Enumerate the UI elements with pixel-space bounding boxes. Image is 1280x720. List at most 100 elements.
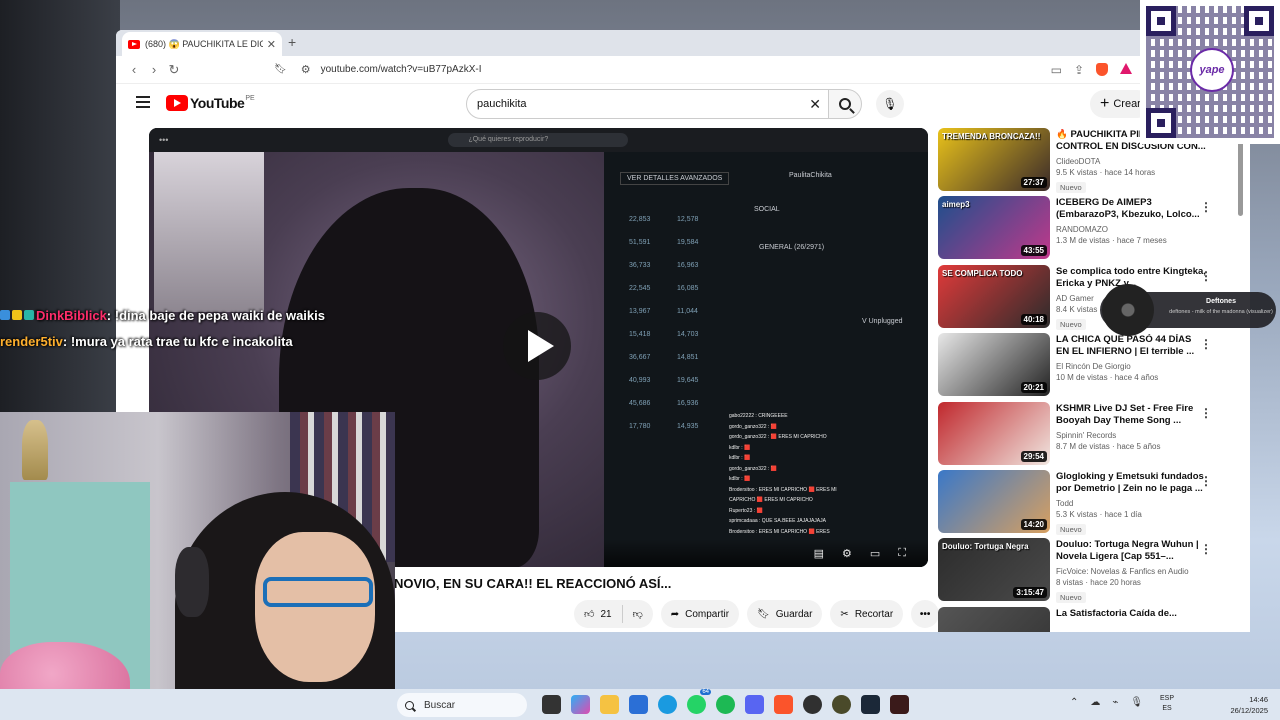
dislike-icon[interactable]: 👎︎ — [633, 608, 643, 620]
clock[interactable]: 14:46 26/12/2025 — [1222, 694, 1268, 716]
voice-search-icon[interactable]: 🎙︎ — [876, 90, 904, 118]
video-scene-chat-line: gordo_ganzo322 : 🟥 — [729, 423, 777, 430]
onedrive-icon[interactable]: ☁︎ — [1090, 697, 1100, 708]
like-count[interactable]: 21 — [600, 609, 611, 620]
video-scene-stats-a: 22,853 51,591 36,733 22,545 13,967 15,418 36,6… — [629, 208, 650, 438]
menu-icon[interactable] — [136, 96, 150, 108]
video-thumbnail[interactable]: TREMENDA BRONCAZA!! 27:37 — [938, 128, 1050, 191]
back-icon[interactable]: ‹ — [124, 62, 144, 77]
video-scene-stat: 17,780 — [629, 423, 651, 430]
close-tab-icon[interactable]: ✕ — [267, 38, 276, 51]
video-scene-stat: 40,993 — [629, 377, 651, 384]
more-options-icon[interactable]: ⋮ — [1200, 337, 1212, 351]
play-button[interactable] — [503, 312, 571, 380]
discord-icon[interactable] — [745, 695, 764, 714]
video-thumbnail[interactable]: 29:54 — [938, 401, 1050, 465]
more-options-icon[interactable]: ⋮ — [1200, 542, 1212, 556]
language-bottom: ES — [1162, 705, 1172, 712]
clip-button[interactable]: ✂ Recortar — [830, 600, 904, 628]
clock-time: 14:46 — [1249, 695, 1268, 704]
related-video[interactable]: 14:20 Glogloking y Emetsuki fundados por … — [938, 469, 1238, 538]
reload-icon[interactable]: ↻ — [164, 62, 184, 78]
related-video[interactable]: La Satisfactoria Caída de... — [938, 606, 1238, 632]
scrollbar-thumb[interactable] — [1238, 140, 1243, 216]
obs-icon[interactable] — [803, 695, 822, 714]
related-video-channel[interactable]: FicVoice: Novelas & Fanfics en Audio — [1056, 567, 1206, 576]
clear-search-icon[interactable]: ✕ — [809, 96, 821, 113]
tab-strip: (680) 😱 PAUCHIKITA LE DICE KA... ✕ + — [116, 30, 1250, 56]
related-video-channel[interactable]: El Rincón De Giorgio — [1056, 362, 1206, 371]
youtube-logo[interactable]: YouTube PE — [166, 95, 255, 111]
search-input[interactable]: pauchikita ✕ — [466, 89, 832, 119]
related-video-info: La Satisfactoria Caída de... — [1056, 608, 1206, 620]
spotify-icon[interactable] — [716, 695, 735, 714]
video-thumbnail[interactable]: Douluo: Tortuga Negra 3:15:47 — [938, 538, 1050, 602]
more-options-icon[interactable]: ⋮ — [1200, 200, 1212, 214]
video-thumbnail[interactable]: SE COMPLICA TODO 40:18 — [938, 264, 1050, 328]
related-video-title[interactable]: KSHMR Live DJ Set - Free Fire Booyah Day… — [1056, 403, 1206, 427]
new-tab-icon[interactable]: + — [288, 34, 296, 50]
video-thumbnail[interactable]: 20:21 — [938, 333, 1050, 397]
stream-chat-overlay: DinkBiblick : !dina baje de pepa waiki d… — [0, 302, 325, 354]
cast-icon[interactable]: ▭ — [1051, 63, 1062, 77]
related-video-title[interactable]: LA CHICA QUE PASÓ 44 DÍAS EN EL INFIERNO… — [1056, 334, 1206, 358]
video-thumbnail[interactable]: 14:20 — [938, 469, 1050, 533]
copilot-icon[interactable] — [571, 695, 590, 714]
app-icon[interactable] — [890, 695, 909, 714]
edge-icon[interactable] — [658, 695, 677, 714]
share-button[interactable]: ➦ Compartir — [660, 600, 740, 628]
related-video-title[interactable]: La Satisfactoria Caída de... — [1056, 608, 1206, 620]
search-button[interactable] — [828, 89, 862, 119]
related-video[interactable]: aimep3 43:55 ICEBERG De AIMEP3 (EmbarazoP3… — [938, 196, 1238, 264]
chevron-up-icon[interactable]: ⌃ — [1070, 697, 1078, 708]
save-label: Guardar — [775, 608, 813, 620]
related-video-meta: 8.7 M de vistas · hace 5 años — [1056, 441, 1161, 451]
related-video-channel[interactable]: ClideoDOTA — [1056, 157, 1206, 166]
steam-icon[interactable] — [861, 695, 880, 714]
related-video-title[interactable]: Glogloking y Emetsuki fundados por Demet… — [1056, 471, 1206, 495]
related-video-title[interactable]: Douluo: Tortuga Negra Wuhun | Novela Lig… — [1056, 539, 1206, 563]
site-info-icon[interactable]: ⚙︎ — [301, 63, 311, 76]
file-explorer-icon[interactable] — [600, 695, 619, 714]
xbox-icon[interactable] — [832, 695, 851, 714]
video-scene-stat: 51,591 — [629, 239, 651, 246]
new-badge: Nuevo — [1056, 523, 1086, 535]
task-view-icon[interactable] — [542, 695, 561, 714]
video-thumbnail[interactable]: aimep3 43:55 — [938, 196, 1050, 260]
brave-shields-icon[interactable] — [1096, 62, 1108, 76]
more-options-icon[interactable]: ⋮ — [1200, 406, 1212, 420]
more-options-icon[interactable]: ⋮ — [1200, 269, 1212, 283]
more-options-icon[interactable]: ⋮ — [1200, 474, 1212, 488]
video-scene-stat: 11,044 — [677, 308, 698, 315]
whatsapp-icon[interactable]: 64 — [687, 689, 711, 714]
like-icon[interactable]: 👍︎ — [584, 608, 594, 620]
share-arrow-icon: ➦ — [670, 608, 680, 620]
video-scene-topbar: ••• ¿Qué quieres reproducir? — [149, 128, 928, 152]
related-video-title[interactable]: ICEBERG De AIMEP3 (EmbarazoP3, Kbezuko, … — [1056, 197, 1206, 221]
taskbar-search[interactable]: Buscar — [397, 693, 527, 717]
more-actions-icon[interactable]: ••• — [911, 600, 940, 628]
fullscreen-icon[interactable]: ⛶ — [898, 547, 906, 560]
browser-tab[interactable]: (680) 😱 PAUCHIKITA LE DICE KA... ✕ — [122, 32, 282, 56]
settings-gear-icon[interactable]: ⚙︎ — [842, 547, 852, 560]
related-video[interactable]: 29:54 KSHMR Live DJ Set - Free Fire Booya… — [938, 401, 1238, 470]
related-video[interactable]: 20:21 LA CHICA QUE PASÓ 44 DÍAS EN EL INF… — [938, 333, 1238, 401]
network-icon[interactable]: ⌁ — [1112, 697, 1118, 708]
store-icon[interactable] — [629, 695, 648, 714]
brave-rewards-icon[interactable] — [1120, 62, 1132, 74]
save-button[interactable]: 🔖︎ Guardar — [747, 600, 823, 628]
theater-mode-icon[interactable]: ▭ — [870, 547, 880, 560]
related-video-channel[interactable]: Todd — [1056, 499, 1206, 508]
related-video-channel[interactable]: RANDOMAZO — [1056, 225, 1206, 234]
forward-icon[interactable]: › — [144, 62, 164, 77]
subtitles-icon[interactable]: ▤ — [814, 547, 824, 560]
related-video[interactable]: Douluo: Tortuga Negra 3:15:47 Douluo: Tort… — [938, 538, 1238, 606]
share-icon[interactable]: ⇪ — [1074, 63, 1084, 77]
video-thumbnail[interactable] — [938, 606, 1050, 632]
mic-icon[interactable]: 🎙︎ — [1130, 697, 1143, 708]
related-video-channel[interactable]: Spinnin' Records — [1056, 431, 1206, 440]
language-indicator[interactable]: ESP ES — [1160, 694, 1174, 714]
bookmark-icon[interactable]: 🔖︎ — [274, 64, 287, 75]
brave-icon[interactable] — [774, 695, 793, 714]
address-bar[interactable]: 🔖︎ ⚙︎ youtube.com/watch?v=uB77pAzkX-I — [274, 63, 482, 76]
